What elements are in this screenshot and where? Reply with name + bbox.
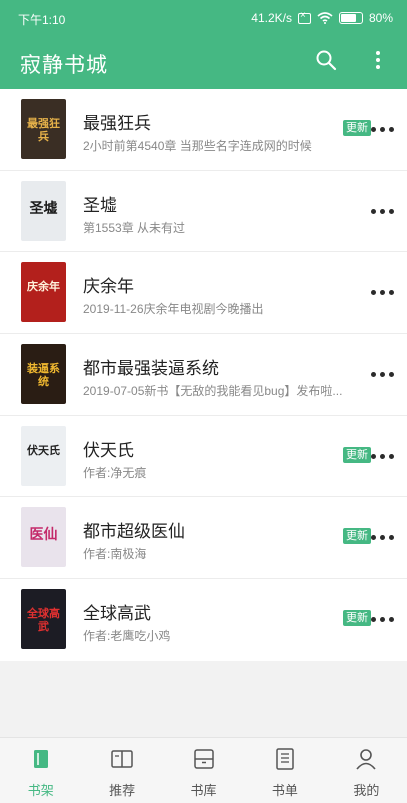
more-horiz-icon[interactable] [370,529,396,545]
book-subtitle: 作者:南极海 [83,547,147,562]
book-title: 都市最强装逼系统 [83,359,219,379]
update-badge: 更新 [343,120,371,136]
book-title: 圣墟 [83,195,117,215]
bookshelf-list: 最强狂兵 最强狂兵 2小时前第4540章 当那些名字连成网的时候 更新 圣墟 圣… [0,89,407,661]
more-horiz-icon[interactable] [370,121,396,137]
nav-label: 推荐 [109,783,136,798]
cover-text: 伏天氏 [27,443,60,457]
book-subtitle: 2019-07-05新书【无敌的我能看见bug】发布啦... [83,384,343,399]
book-cover[interactable]: 庆余年 [21,262,66,323]
book-subtitle: 作者:老鹰吃小鸡 [83,629,171,644]
library-icon [193,749,214,769]
book-row[interactable]: 全球高武 全球高武 作者:老鹰吃小鸡 更新 [0,579,407,661]
nav-label: 书库 [190,783,217,798]
cover-text: 医仙 [29,527,58,544]
battery-icon [338,12,363,24]
more-horiz-icon[interactable] [370,203,396,219]
more-vert-icon[interactable] [367,49,389,71]
bottom-nav: 书架 推荐 书库 书单 我的 [0,737,407,803]
status-bar: 下午1:10 41.2K/s 80% [0,0,407,35]
open-book-icon [111,750,133,768]
book-title: 都市超级医仙 [83,522,185,542]
app-bar: 寂静书城 [0,35,407,89]
status-right: 41.2K/s 80% [251,10,393,26]
cover-text: 庆余年 [27,280,60,294]
book-row[interactable]: 伏天氏 伏天氏 作者:净无痕 更新 [0,416,407,498]
cover-text: 全球高武 [27,607,60,634]
nav-item[interactable]: 我的 [326,738,407,803]
nav-label: 书架 [27,783,54,798]
book-title: 全球高武 [83,604,151,624]
book-row[interactable]: 医仙 都市超级医仙 作者:南极海 更新 [0,497,407,580]
book-row[interactable]: 圣墟 圣墟 第1553章 从未有过 [0,171,407,253]
nav-item[interactable]: 推荐 [81,738,162,803]
sim-icon [297,10,311,24]
cover-text: 圣墟 [29,200,58,217]
book-cover[interactable]: 伏天氏 [21,425,66,486]
update-badge: 更新 [343,610,371,627]
more-horiz-icon[interactable] [370,284,396,300]
book-subtitle: 2小时前第4540章 当那些名字连成网的时候 [83,139,312,153]
app-title: 寂静书城 [20,54,108,77]
top-bar: 下午1:10 41.2K/s 80% 寂静书城 [0,0,407,89]
book-subtitle: 2019-11-26庆余年电视剧今晚播出 [83,302,264,317]
more-horiz-icon[interactable] [370,611,396,627]
book-subtitle: 第1553章 从未有过 [83,220,186,235]
book-title: 最强狂兵 [83,114,151,133]
status-time: 下午1:10 [18,13,66,27]
book-cover[interactable]: 最强狂兵 [21,99,66,159]
bookshelf-icon [33,750,48,768]
user-icon [356,749,376,770]
update-badge: 更新 [343,528,371,545]
wifi-icon [317,12,333,24]
more-horiz-icon[interactable] [370,366,396,382]
nav-item[interactable]: 书库 [163,738,244,803]
book-cover[interactable]: 装逼系统 [21,344,66,405]
book-title: 庆余年 [83,277,134,297]
book-subtitle: 作者:净无痕 [83,465,147,480]
nav-item[interactable]: 书架 [0,738,81,803]
book-row[interactable]: 最强狂兵 最强狂兵 2小时前第4540章 当那些名字连成网的时候 更新 [0,89,407,171]
battery-percent: 80% [368,11,393,25]
nav-label: 书单 [271,783,298,798]
network-speed: 41.2K/s [251,11,292,25]
nav-label: 我的 [353,783,380,798]
booklist-icon [276,748,294,770]
book-cover[interactable]: 全球高武 [21,589,66,650]
update-badge: 更新 [343,446,371,463]
book-cover[interactable]: 医仙 [21,507,66,568]
book-row[interactable]: 装逼系统 都市最强装逼系统 2019-07-05新书【无敌的我能看见bug】发布… [0,334,407,416]
book-title: 伏天氏 [83,440,134,460]
search-icon[interactable] [315,49,337,71]
book-cover[interactable]: 圣墟 [21,180,66,241]
more-horiz-icon[interactable] [370,448,396,464]
book-row[interactable]: 庆余年 庆余年 2019-11-26庆余年电视剧今晚播出 [0,252,407,335]
nav-item[interactable]: 书单 [244,738,325,803]
cover-text: 装逼系统 [27,362,60,389]
cover-text: 最强狂兵 [27,117,60,143]
